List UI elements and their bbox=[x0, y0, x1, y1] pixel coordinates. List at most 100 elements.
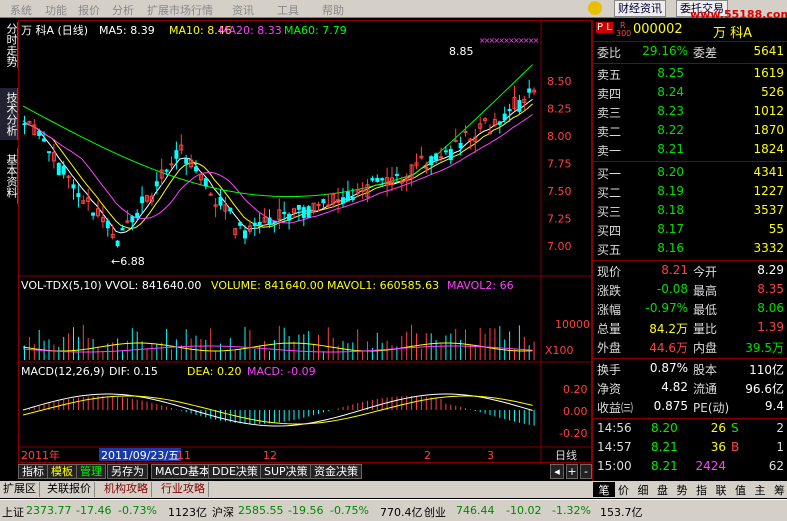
tab-technical[interactable]: 技术分析 bbox=[0, 88, 18, 140]
tab-industry[interactable]: 行业攻略 bbox=[158, 482, 209, 497]
menu-bar: 系统 功能 报价 分析 扩展市场行情 资讯 工具 帮助 财经资讯 委托交易 ww… bbox=[0, 0, 787, 21]
tick-price: 8.21 bbox=[651, 459, 678, 473]
candle-body bbox=[140, 196, 145, 204]
zoom-out-icon[interactable]: - bbox=[580, 464, 592, 479]
weibi-label: 委比 bbox=[597, 46, 622, 60]
zoom-in-icon[interactable]: + bbox=[566, 464, 578, 479]
candle-body bbox=[120, 228, 125, 231]
mavol2-label: MAVOL2: 66 bbox=[447, 279, 514, 292]
stat-label: 量比 bbox=[693, 322, 718, 336]
candle-body bbox=[61, 165, 66, 175]
macd-axis-2: 0.00 bbox=[563, 405, 588, 418]
candle-body bbox=[174, 150, 179, 159]
candle-body bbox=[517, 100, 522, 112]
candle-body bbox=[394, 173, 399, 176]
tab-institution[interactable]: 机构攻略 bbox=[101, 482, 152, 497]
candle-body bbox=[238, 222, 243, 226]
gem-index-name: 创业 bbox=[424, 506, 446, 519]
tick-count: 62 bbox=[768, 459, 784, 473]
ask-volume: 1824 bbox=[753, 142, 784, 156]
menu-analysis[interactable]: 分析 bbox=[112, 2, 134, 18]
candle-body bbox=[37, 130, 42, 136]
menu-news[interactable]: 资讯 bbox=[232, 2, 254, 18]
scroll-left-icon[interactable]: ◂ bbox=[550, 464, 564, 479]
ask-label: 卖三 bbox=[597, 106, 622, 120]
sh-index-change: -17.46 bbox=[76, 504, 112, 517]
bid-volume: 1227 bbox=[753, 184, 784, 198]
menu-function[interactable]: 功能 bbox=[45, 2, 67, 18]
stat-row: 换手 0.87% 股本 110亿 bbox=[593, 361, 787, 379]
bid-label: 买四 bbox=[597, 224, 622, 238]
tab-sup[interactable]: SUP决策 bbox=[260, 464, 312, 479]
candle-body bbox=[130, 216, 135, 223]
bid-label: 买二 bbox=[597, 186, 622, 200]
menu-system[interactable]: 系统 bbox=[10, 2, 32, 18]
ask-row: 卖五 8.25 1619 bbox=[593, 66, 787, 84]
candle-body bbox=[463, 130, 468, 133]
ask-row: 卖二 8.22 1870 bbox=[593, 123, 787, 141]
hs-index-amount: 770.4亿 bbox=[380, 506, 423, 519]
tick-count: 1 bbox=[776, 440, 784, 454]
tick-price: 8.21 bbox=[651, 440, 678, 454]
tab-related-quote[interactable]: 关联报价 bbox=[44, 482, 95, 497]
stat-value: 44.6万 bbox=[649, 341, 688, 355]
price-axis-label: 8.50 bbox=[547, 75, 572, 88]
stat-row: 涨幅 -0.97% 最低 8.06 bbox=[593, 301, 787, 319]
period-label: 日线 bbox=[555, 448, 577, 462]
ma5-label: MA5: 8.39 bbox=[99, 24, 155, 37]
stat-label: 现价 bbox=[597, 265, 622, 279]
tab-indicator[interactable]: 指标 bbox=[18, 464, 48, 479]
kline-chart[interactable]: ×××××××××××× 万 科A (日线) MA5: 8.39 MA10: 8… bbox=[19, 21, 591, 462]
ask-label: 卖二 bbox=[597, 125, 622, 139]
tab-dde[interactable]: DDE决策 bbox=[208, 464, 262, 479]
stat-value: 8.06 bbox=[757, 301, 784, 315]
tab-manage[interactable]: 管理 bbox=[76, 464, 106, 479]
stat-label: 涨幅 bbox=[597, 303, 622, 317]
tab-fundamental[interactable]: 基本资料 bbox=[0, 148, 18, 204]
tick-time: 14:57 bbox=[597, 440, 632, 454]
price-axis-label: 7.75 bbox=[547, 158, 572, 171]
menu-quote[interactable]: 报价 bbox=[78, 2, 100, 18]
tab-fund[interactable]: 资金决策 bbox=[310, 464, 362, 479]
candle-body bbox=[345, 191, 350, 202]
ask-label: 卖四 bbox=[597, 87, 622, 101]
stat-label: 涨跌 bbox=[597, 284, 622, 298]
menu-extended-market[interactable]: 扩展市场行情 bbox=[147, 2, 213, 18]
ask-volume: 1870 bbox=[753, 123, 784, 137]
low-label: ←6.88 bbox=[111, 255, 145, 268]
stat-row: 净资 4.82 流通 96.6亿 bbox=[593, 380, 787, 398]
candle-body bbox=[135, 212, 140, 218]
finance-news-button[interactable]: 财经资讯 bbox=[614, 0, 666, 17]
candle-body bbox=[71, 184, 76, 189]
month-12: 12 bbox=[263, 449, 277, 462]
detail-tab[interactable]: 筹 bbox=[769, 482, 787, 497]
menu-help[interactable]: 帮助 bbox=[322, 2, 344, 18]
candle-body bbox=[375, 177, 380, 182]
tab-save-as[interactable]: 另存为 bbox=[107, 464, 148, 479]
ask-price: 8.25 bbox=[657, 66, 684, 80]
tab-extension[interactable]: 扩展区 bbox=[0, 482, 40, 497]
stat-value: 96.6亿 bbox=[745, 382, 784, 396]
stat-label: 净资 bbox=[597, 382, 622, 396]
pl-badge[interactable]: P L bbox=[596, 22, 613, 33]
stat-value: -0.08 bbox=[656, 282, 688, 296]
candle-body bbox=[453, 139, 458, 142]
tab-macd[interactable]: MACD基本 bbox=[151, 464, 214, 479]
vvol-label: VVOL: 841640.00 bbox=[105, 279, 201, 292]
candle-body bbox=[218, 196, 223, 206]
macd-title: MACD(12,26,9) bbox=[21, 365, 105, 378]
candle-body bbox=[502, 113, 507, 121]
chart-area[interactable]: × × × × × × × × × × × × 万 科A (日线) MA5: 8.39 MA10: 8… bbox=[18, 20, 592, 463]
month-3: 3 bbox=[487, 449, 494, 462]
menu-tools[interactable]: 工具 bbox=[277, 2, 299, 18]
tab-intraday[interactable]: 分时走势 bbox=[0, 22, 18, 68]
ask-price: 8.22 bbox=[657, 123, 684, 137]
dif-line bbox=[22, 393, 533, 427]
high-label: 8.85 bbox=[449, 45, 474, 58]
candle-body bbox=[497, 121, 502, 125]
status-bar: 上证 2373.77 -17.46 -0.73% 1123亿 沪深 2585.5… bbox=[0, 499, 787, 521]
gem-index-value: 746.44 bbox=[456, 504, 495, 517]
candle-body bbox=[164, 169, 169, 172]
candle-body bbox=[316, 203, 321, 206]
tab-template[interactable]: 模板 bbox=[47, 464, 77, 479]
